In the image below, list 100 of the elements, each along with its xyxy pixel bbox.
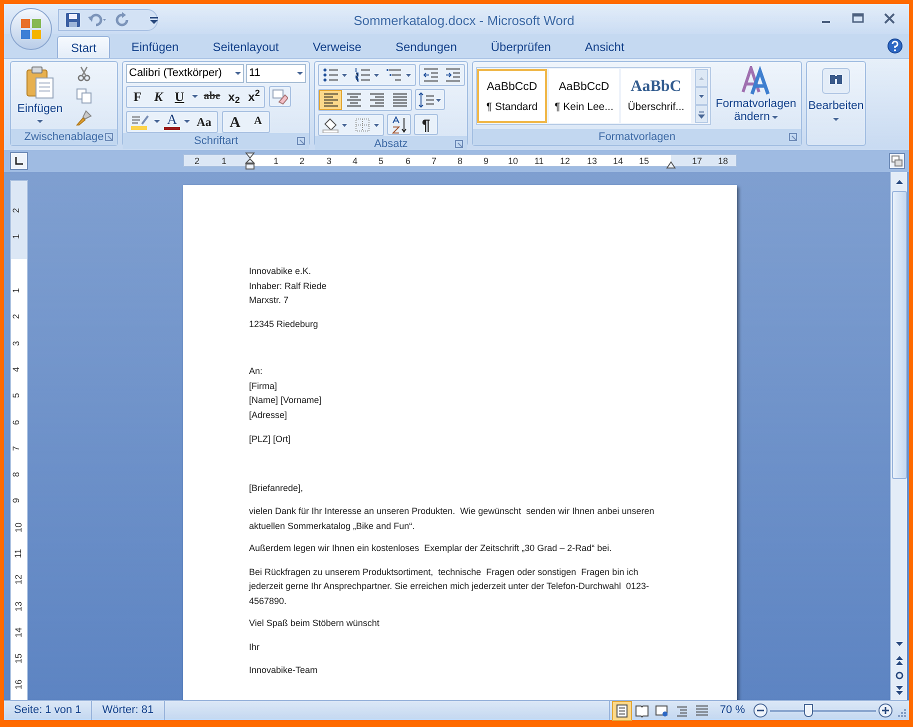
alignment-button[interactable] — [319, 90, 342, 110]
slider-thumb[interactable] — [804, 704, 814, 716]
text-line: [Briefanrede], — [249, 482, 304, 495]
text-line: Außerdem legen wir Ihnen ein kostenloses Exemplar der Zeitschrift „30 Grad – 2-Rad“ bei. — [249, 542, 612, 555]
zoom-slider[interactable] — [770, 704, 876, 718]
zoom-out-icon[interactable] — [753, 703, 768, 718]
font-size-field[interactable]: 11 — [246, 64, 306, 83]
zoom-in-icon[interactable] — [878, 703, 893, 718]
copy-icon — [76, 88, 92, 104]
draft-icon — [694, 704, 709, 718]
change-case-button[interactable]: Aa — [191, 112, 217, 131]
scroll-down-icon[interactable] — [695, 87, 708, 105]
font-color-button[interactable]: A — [161, 112, 183, 131]
paint-bucket-icon — [322, 117, 348, 133]
ribbon-tab[interactable]: Überprüfen — [478, 36, 564, 58]
indent-marker-icon[interactable] — [245, 152, 255, 170]
text-line: [Firma] — [249, 380, 277, 393]
save-icon[interactable] — [65, 12, 81, 28]
text-line: [Adresse] — [249, 408, 288, 422]
ruler-number: 9 — [11, 498, 22, 503]
sort-icon — [391, 116, 407, 134]
text-line: vielen Dank für Ihr Interesse an unseren Produkten. Wie gewünscht senden wir Ihnen anbei unseren — [249, 505, 654, 518]
underline-button[interactable]: U — [169, 87, 190, 106]
print-layout-icon — [614, 704, 629, 718]
text-line: Ihr — [249, 640, 260, 654]
view-ruler-icon[interactable] — [889, 153, 905, 169]
ruler-number: 2 — [300, 155, 304, 167]
view-button[interactable] — [612, 700, 632, 720]
ribbon-tab[interactable]: Einfügen — [118, 36, 192, 58]
ruler-number: 11 — [534, 155, 544, 167]
sort-button[interactable] — [387, 114, 411, 135]
caret-icon — [297, 72, 303, 76]
ruler-number: 14 — [14, 628, 24, 638]
group-label: Absatz — [374, 136, 408, 152]
superscript-button[interactable]: x$^{2}$ — [244, 87, 264, 106]
strikethrough-button[interactable]: abe — [200, 87, 224, 106]
ruler-number: 6 — [11, 420, 22, 425]
caret-icon — [184, 120, 190, 124]
page-count: Seite: 1 von 1 — [4, 701, 92, 720]
paste-button[interactable]: Einfügen — [14, 64, 66, 129]
ruler-number: 2 — [11, 208, 22, 213]
reading-layout-icon — [634, 704, 649, 718]
text-line: 12345 Riedeburg — [249, 318, 318, 331]
ruler-number: 14 — [613, 155, 623, 167]
office-logo-icon — [19, 17, 43, 41]
scrollbar-thumb[interactable] — [892, 191, 906, 479]
caret-icon — [37, 120, 43, 124]
group-label: Zwischenablage — [24, 130, 104, 145]
subscript-button[interactable]: x$_{2}$ — [224, 87, 244, 106]
office-button[interactable] — [10, 8, 52, 50]
highlighter-icon — [130, 114, 150, 130]
ribbon-tab[interactable]: Ansicht — [572, 36, 638, 58]
ruler-number: 1 — [11, 234, 22, 239]
bold-button[interactable]: F — [127, 87, 148, 106]
shrink-font-button[interactable]: A — [247, 112, 269, 131]
tab-selector-button[interactable] — [10, 152, 28, 170]
editing-button[interactable]: Bearbeiten — [808, 68, 864, 122]
style-item[interactable]: AaBbC Überschrif... — [621, 69, 691, 123]
text-line: aktuellen Sommerkatalog „Bike and Fun“. — [249, 520, 415, 533]
word-count: Wörter: 81 — [92, 701, 165, 720]
ribbon-tab[interactable]: Seitenlayout — [200, 36, 292, 58]
help-icon[interactable] — [887, 38, 903, 54]
show-formatting-button[interactable]: ¶ — [414, 114, 438, 135]
caret-icon — [833, 118, 839, 122]
style-item[interactable]: AaBbCcD ¶ Kein Lee... — [549, 69, 619, 123]
ruler-number: 5 — [378, 155, 384, 167]
bulleted-list-icon — [322, 67, 348, 83]
ribbon-tab[interactable]: Verweise — [300, 36, 374, 58]
ruler-number: 7 — [432, 155, 436, 167]
ruler-number: 3 — [326, 155, 332, 167]
customize-dropdown-icon[interactable] — [150, 17, 158, 25]
ribbon-tab[interactable]: Start — [57, 36, 110, 58]
ribbon-tab[interactable]: Sendungen — [382, 36, 470, 58]
align-center-icon — [346, 92, 362, 108]
ruler-number: 13 — [587, 155, 597, 167]
ruler-number: 4 — [352, 155, 358, 167]
binoculars-icon — [822, 68, 850, 94]
ruler-number: 3 — [11, 341, 22, 346]
style-item[interactable]: AaBbCcD ¶ Standard — [477, 69, 547, 123]
paintbrush-icon — [76, 110, 92, 126]
ruler-number: 1 — [11, 288, 22, 293]
line-spacing-button[interactable] — [415, 89, 445, 110]
italic-button[interactable]: K — [148, 87, 169, 106]
font-name-field[interactable]: Calibri (Textkörper) — [126, 64, 244, 83]
align-right-icon — [368, 92, 384, 108]
gallery-more-icon[interactable] — [695, 105, 708, 123]
ruler-number: 12 — [560, 155, 570, 167]
ruler-number: 17 — [692, 155, 702, 167]
clipboard-icon — [25, 66, 55, 100]
change-styles-button[interactable]: Formatvorlagen ändern — [714, 64, 798, 129]
increase-indent-icon — [445, 67, 461, 83]
ruler-number: 10 — [14, 522, 24, 532]
ruler-number: 2 — [194, 155, 200, 167]
ruler-number: 4 — [11, 367, 22, 372]
caret-icon — [235, 72, 241, 76]
grow-font-button[interactable]: A — [223, 112, 247, 131]
right-indent-marker-icon[interactable] — [666, 161, 676, 169]
clear-formatting-button[interactable] — [269, 86, 291, 107]
ruler-number: 18 — [718, 155, 728, 167]
line-spacing-icon — [418, 92, 442, 108]
